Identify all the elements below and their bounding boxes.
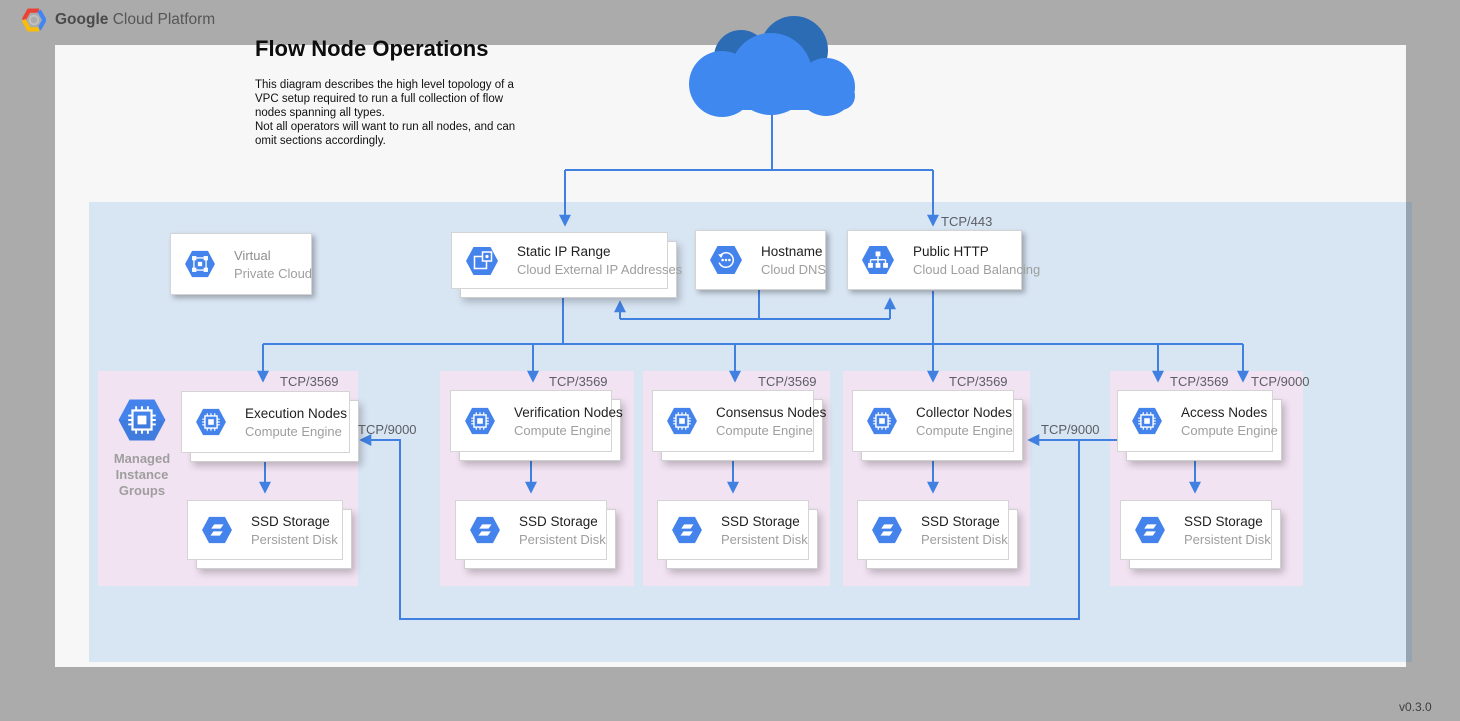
execution-nodes-card: Execution Nodes Compute Engine [181,391,350,453]
persistent-disk-icon [201,516,233,544]
diagram-title: Flow Node Operations [255,36,488,62]
gcp-logo-icon [22,8,46,32]
consensus-storage-title: SSD Storage [721,514,808,529]
persistent-disk-icon [671,516,703,544]
verification-nodes-card: Verification Nodes Compute Engine [450,390,612,452]
vpc-label-line2: Private Cloud [234,266,312,281]
static-ip-title: Static IP Range [517,244,682,259]
hostname-subtitle: Cloud DNS [761,262,826,277]
access-nodes-card: Access Nodes Compute Engine [1117,390,1273,452]
mig-label-line1: Managed [97,451,187,467]
collector-nodes-subtitle: Compute Engine [916,423,1013,438]
managed-instance-groups-icon [117,398,167,442]
persistent-disk-icon [871,516,903,544]
access-storage-subtitle: Persistent Disk [1184,532,1271,547]
vpc-label-line1: Virtual [234,248,312,263]
port-label-tcp3569-verification: TCP/3569 [549,374,608,389]
access-nodes-subtitle: Compute Engine [1181,423,1278,438]
consensus-nodes-card: Consensus Nodes Compute Engine [652,390,814,452]
collector-storage-card: SSD Storage Persistent Disk [857,500,1009,560]
brand-rest: Cloud Platform [113,11,216,28]
collector-nodes-card: Collector Nodes Compute Engine [852,390,1014,452]
persistent-disk-icon [1134,516,1166,544]
public-http-card: Public HTTP Cloud Load Balancing [847,230,1022,290]
hostname-card: Hostname Cloud DNS [695,230,826,290]
diagram-description: This diagram describes the high level to… [255,78,531,148]
execution-storage-card: SSD Storage Persistent Disk [187,500,343,560]
load-balancer-icon [861,245,895,275]
execution-storage-subtitle: Persistent Disk [251,532,338,547]
header-brand: Google Cloud Platform [22,8,215,32]
consensus-storage-subtitle: Persistent Disk [721,532,808,547]
port-label-tcp3569-access: TCP/3569 [1170,374,1229,389]
compute-engine-icon [666,407,698,435]
mig-label-line2: Instance [97,467,187,483]
description-paragraph-1: This diagram describes the high level to… [255,78,531,120]
verification-storage-title: SSD Storage [519,514,606,529]
compute-engine-icon [866,407,898,435]
collector-storage-subtitle: Persistent Disk [921,532,1008,547]
consensus-storage-card: SSD Storage Persistent Disk [657,500,809,560]
vpc-card: Virtual Private Cloud [170,233,312,295]
execution-storage-title: SSD Storage [251,514,338,529]
public-http-title: Public HTTP [913,244,1040,259]
static-ip-card: Static IP Range Cloud External IP Addres… [451,232,668,289]
collector-nodes-title: Collector Nodes [916,405,1013,420]
port-label-tcp9000-collector: TCP/9000 [1041,422,1100,437]
static-ip-subtitle: Cloud External IP Addresses [517,262,682,277]
port-label-tcp3569-execution: TCP/3569 [280,374,339,389]
verification-storage-card: SSD Storage Persistent Disk [455,500,607,560]
public-http-subtitle: Cloud Load Balancing [913,262,1040,277]
external-ip-icon [465,246,499,276]
description-paragraph-2: Not all operators will want to run all n… [255,120,531,148]
access-storage-title: SSD Storage [1184,514,1271,529]
brand-bold: Google [55,11,108,28]
compute-engine-icon [1131,407,1163,435]
port-label-tcp3569-collector: TCP/3569 [949,374,1008,389]
managed-instance-groups-label: Managed Instance Groups [97,451,187,499]
verification-nodes-title: Verification Nodes [514,405,623,420]
cloud-dns-icon [709,245,743,275]
version-label: v0.3.0 [1399,700,1432,714]
brand-text: Google Cloud Platform [55,11,215,29]
persistent-disk-icon [469,516,501,544]
consensus-nodes-subtitle: Compute Engine [716,423,826,438]
hostname-title: Hostname [761,244,826,259]
verification-nodes-subtitle: Compute Engine [514,423,623,438]
port-label-tcp9000-execution: TCP/9000 [358,422,417,437]
vpc-icon [184,250,216,278]
verification-storage-subtitle: Persistent Disk [519,532,606,547]
port-label-tcp3569-consensus: TCP/3569 [758,374,817,389]
mig-label-line3: Groups [97,483,187,499]
compute-engine-icon [195,408,227,436]
port-label-tcp443: TCP/443 [941,214,992,229]
port-label-tcp9000-access-top: TCP/9000 [1251,374,1310,389]
access-storage-card: SSD Storage Persistent Disk [1120,500,1272,560]
execution-nodes-title: Execution Nodes [245,406,347,421]
access-nodes-title: Access Nodes [1181,405,1278,420]
collector-storage-title: SSD Storage [921,514,1008,529]
compute-engine-icon [464,407,496,435]
consensus-nodes-title: Consensus Nodes [716,405,826,420]
execution-nodes-subtitle: Compute Engine [245,424,347,439]
